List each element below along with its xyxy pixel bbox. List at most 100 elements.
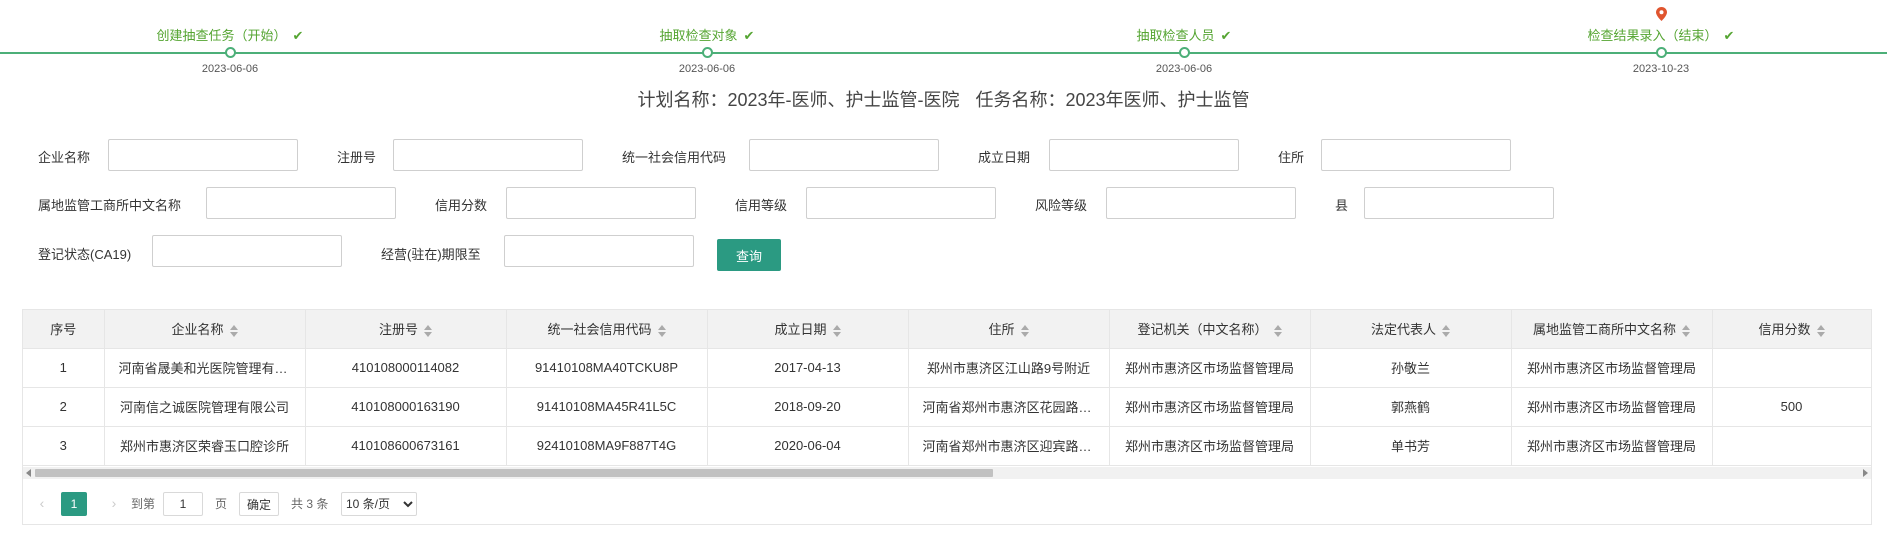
county-input[interactable] — [1364, 187, 1554, 219]
company-name-label: 企业名称 — [38, 150, 91, 165]
query-button[interactable]: 查询 — [717, 239, 781, 271]
step-timeline: 创建抽查任务（开始） ✔ 2023-06-06 抽取检查对象 ✔ 2023-06-0… — [0, 0, 1887, 80]
page-1-button[interactable]: 1 — [61, 492, 87, 516]
step-extract-inspectors: 抽取检查人员 ✔ 2023-06-06 — [1054, 0, 1314, 80]
prev-page-icon[interactable]: ‹ — [37, 496, 47, 510]
county-label: 县 — [1335, 198, 1349, 213]
cell-local-office: 郑州市惠济区市场监督管理局 — [1511, 348, 1713, 388]
local-office-input[interactable] — [206, 187, 396, 219]
cell-established: 2017-04-13 — [707, 348, 909, 388]
cell-reg-authority: 郑州市惠济区市场监督管理局 — [1109, 348, 1311, 388]
sort-icon[interactable] — [657, 324, 666, 337]
step-node — [702, 47, 713, 58]
cell-established: 2020-06-04 — [707, 426, 909, 466]
plan-title: 计划名称：2023年-医师、护士监管-医院 任务名称：2023年医师、护士监管 — [0, 86, 1887, 112]
check-icon: ✔ — [743, 28, 755, 43]
step-date: 2023-06-06 — [1155, 63, 1213, 75]
col-header-legal-rep[interactable]: 法定代表人 — [1310, 310, 1512, 349]
cell-established: 2018-09-20 — [707, 387, 909, 427]
operation-period-label: 经营(驻在)期限至 — [381, 247, 481, 262]
col-header-local-office[interactable]: 属地监管工商所中文名称 — [1511, 310, 1713, 349]
scroll-right-icon[interactable] — [1863, 469, 1868, 477]
result-table: 序号 企业名称 注册号 统一社会信用代码 成立日期 住所 登记机关（中文名称） … — [23, 310, 1871, 466]
sort-icon[interactable] — [1816, 324, 1825, 337]
cell-legal-rep: 孙敬兰 — [1310, 348, 1512, 388]
check-icon: ✔ — [292, 28, 304, 43]
step-node — [225, 47, 236, 58]
cell-company: 郑州市惠济区荣睿玉口腔诊所 — [104, 426, 306, 466]
cell-credit-code: 91410108MA45R41L5C — [506, 387, 708, 427]
sort-icon[interactable] — [424, 324, 432, 337]
reg-status-label: 登记状态(CA19) — [38, 247, 132, 262]
cell-legal-rep: 单书芳 — [1310, 426, 1512, 466]
cell-credit-score — [1712, 348, 1871, 388]
credit-score-input[interactable] — [506, 187, 696, 219]
table-row[interactable]: 1 河南省晟美和光医院管理有限公司 410108000114082 914101… — [23, 348, 1871, 388]
scrollbar-thumb[interactable] — [35, 469, 993, 477]
goto-confirm-button[interactable]: 确定 — [239, 492, 279, 516]
established-label: 成立日期 — [978, 150, 1031, 165]
sort-icon[interactable] — [1682, 324, 1690, 337]
table-row[interactable]: 2 河南信之诚医院管理有限公司 410108000163190 91410108… — [23, 387, 1871, 427]
step-node — [1179, 47, 1190, 58]
location-pin-icon — [1656, 7, 1667, 21]
sort-icon[interactable] — [229, 324, 238, 337]
sort-icon[interactable] — [1020, 324, 1029, 337]
cell-credit-score: 500 — [1712, 387, 1871, 427]
cell-address: 河南省郑州市惠济区花园路附近 — [908, 387, 1110, 427]
cell-index: 3 — [23, 426, 105, 466]
credit-level-input[interactable] — [806, 187, 996, 219]
page-unit-label: 页 — [215, 497, 228, 511]
check-icon: ✔ — [1723, 28, 1735, 43]
step-title: 检查结果录入（结束） — [1587, 28, 1718, 43]
operation-period-input[interactable] — [504, 235, 694, 267]
reg-no-input[interactable] — [393, 139, 583, 171]
cell-local-office: 郑州市惠济区市场监督管理局 — [1511, 426, 1713, 466]
next-page-icon[interactable]: › — [109, 496, 119, 510]
credit-code-input[interactable] — [749, 139, 939, 171]
cell-address: 河南省郑州市惠济区迎宾路附近 — [908, 426, 1110, 466]
cell-credit-score — [1712, 426, 1871, 466]
sort-icon[interactable] — [1442, 324, 1450, 337]
pagination: ‹ 1 › 到第 页 确定 共 3 条 10 条/页 — [23, 488, 623, 518]
cell-reg-authority: 郑州市惠济区市场监督管理局 — [1109, 387, 1311, 427]
col-header-reg-no[interactable]: 注册号 — [305, 310, 507, 349]
sort-icon[interactable] — [832, 324, 841, 337]
scroll-left-icon[interactable] — [26, 469, 31, 477]
address-input[interactable] — [1321, 139, 1511, 171]
step-result-entry: 检查结果录入（结束） ✔ 2023-10-23 — [1531, 0, 1791, 80]
col-header-credit-code[interactable]: 统一社会信用代码 — [506, 310, 708, 349]
goto-page-input[interactable] — [163, 492, 203, 516]
page-size-select[interactable]: 10 条/页 — [341, 492, 417, 516]
local-office-label: 属地监管工商所中文名称 — [38, 198, 182, 213]
cell-company: 河南信之诚医院管理有限公司 — [104, 387, 306, 427]
result-table-panel: 序号 企业名称 注册号 统一社会信用代码 成立日期 住所 登记机关（中文名称） … — [22, 309, 1872, 525]
cell-reg-no: 410108000114082 — [305, 348, 507, 388]
step-create-task: 创建抽查任务（开始） ✔ 2023-06-06 — [100, 0, 360, 80]
sort-icon[interactable] — [1273, 324, 1282, 337]
credit-level-label: 信用等级 — [735, 198, 788, 213]
check-icon: ✔ — [1220, 28, 1232, 43]
horizontal-scrollbar[interactable] — [23, 467, 1871, 479]
col-header-company[interactable]: 企业名称 — [104, 310, 306, 349]
table-header-row: 序号 企业名称 注册号 统一社会信用代码 成立日期 住所 登记机关（中文名称） … — [23, 310, 1871, 349]
risk-level-label: 风险等级 — [1035, 198, 1088, 213]
reg-status-input[interactable] — [152, 235, 342, 267]
cell-address: 郑州市惠济区江山路9号附近 — [908, 348, 1110, 388]
step-extract-objects: 抽取检查对象 ✔ 2023-06-06 — [577, 0, 837, 80]
established-input[interactable] — [1049, 139, 1239, 171]
table-row[interactable]: 3 郑州市惠济区荣睿玉口腔诊所 410108600673161 92410108… — [23, 426, 1871, 466]
step-node — [1656, 47, 1667, 58]
col-header-index: 序号 — [23, 310, 105, 349]
col-header-address[interactable]: 住所 — [908, 310, 1110, 349]
col-header-credit-score[interactable]: 信用分数 — [1712, 310, 1871, 349]
risk-level-input[interactable] — [1106, 187, 1296, 219]
goto-label: 到第 — [131, 497, 156, 511]
credit-score-label: 信用分数 — [435, 198, 488, 213]
cell-index: 1 — [23, 348, 105, 388]
cell-index: 2 — [23, 387, 105, 427]
company-name-input[interactable] — [108, 139, 298, 171]
col-header-established[interactable]: 成立日期 — [707, 310, 909, 349]
cell-reg-authority: 郑州市惠济区市场监督管理局 — [1109, 426, 1311, 466]
col-header-reg-authority[interactable]: 登记机关（中文名称） — [1109, 310, 1311, 349]
